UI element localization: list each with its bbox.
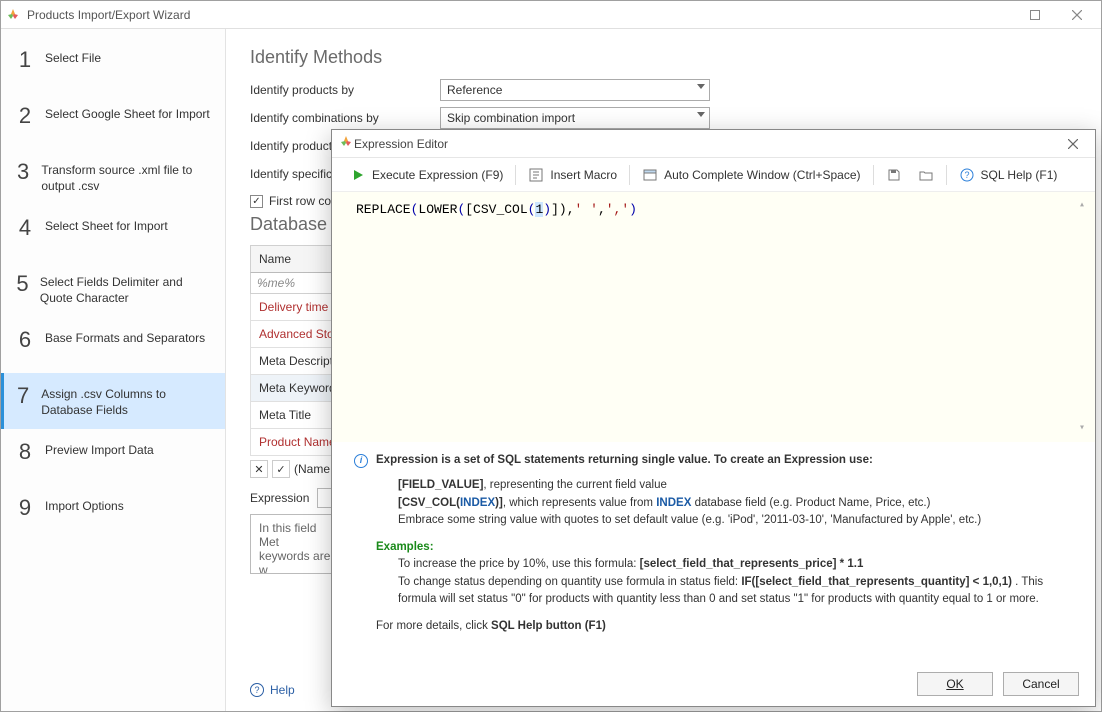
app-icon <box>5 7 21 23</box>
info-icon: i <box>354 454 368 468</box>
modal-titlebar: Expression Editor <box>332 130 1095 158</box>
field-description: In this field Met keywords are w <box>250 514 340 574</box>
name-cut-label: (Name <box>294 462 330 476</box>
table-row[interactable]: Meta Title <box>250 402 340 429</box>
window-title: Products Import/Export Wizard <box>27 8 1015 22</box>
close-button[interactable] <box>1057 3 1097 27</box>
editor-scrollbar[interactable]: ▴▾ <box>1079 198 1093 436</box>
open-script-button[interactable] <box>912 164 940 186</box>
table-row[interactable]: Product Name <box>250 429 340 456</box>
autocomplete-button[interactable]: Auto Complete Window (Ctrl+Space) <box>636 164 866 186</box>
identify-products-select[interactable]: Reference <box>440 79 710 101</box>
ok-button[interactable]: OK <box>917 672 993 696</box>
macro-icon <box>528 167 544 183</box>
save-script-button[interactable] <box>880 164 908 186</box>
identify-products-label: Identify products by <box>250 83 440 97</box>
expression-editor-dialog: Expression Editor Execute Expression (F9… <box>331 129 1096 707</box>
step-4[interactable]: 4Select Sheet for Import <box>1 205 225 261</box>
check-button[interactable]: ✓ <box>272 460 290 478</box>
modal-toolbar: Execute Expression (F9) Insert Macro Aut… <box>332 158 1095 192</box>
identify-combinations-row: Identify combinations by Skip combinatio… <box>250 106 1077 130</box>
help-icon: ? <box>250 683 264 697</box>
titlebar: Products Import/Export Wizard <box>1 1 1101 29</box>
execute-expression-button[interactable]: Execute Expression (F9) <box>344 164 509 186</box>
table-row[interactable]: Meta Keywords <box>250 375 340 402</box>
help-link[interactable]: ? Help <box>250 683 295 697</box>
modal-footer: OK Cancel <box>332 662 1095 706</box>
expression-textarea[interactable]: REPLACE(LOWER([CSV_COL(1)]),' ',',') ▴▾ <box>332 192 1095 442</box>
table-row[interactable]: Delivery time <box>250 294 340 321</box>
cancel-button[interactable]: Cancel <box>1003 672 1079 696</box>
column-header-name[interactable]: Name <box>250 245 340 273</box>
step-9[interactable]: 9Import Options <box>1 485 225 541</box>
filter-input[interactable]: %me% <box>250 273 340 294</box>
identify-combinations-select[interactable]: Skip combination import <box>440 107 710 129</box>
folder-open-icon <box>918 167 934 183</box>
step-7[interactable]: 7Assign .csv Columns to Database Fields <box>1 373 225 429</box>
step-8[interactable]: 8Preview Import Data <box>1 429 225 485</box>
expression-label: Expression <box>250 491 309 505</box>
chevron-down-icon <box>697 112 705 117</box>
insert-macro-button[interactable]: Insert Macro <box>522 164 623 186</box>
svg-text:?: ? <box>964 170 969 180</box>
first-row-label: First row con <box>269 194 338 208</box>
step-6[interactable]: 6Base Formats and Separators <box>1 317 225 373</box>
identify-combinations-label: Identify combinations by <box>250 111 440 125</box>
info-panel: i Expression is a set of SQL statements … <box>332 442 1095 662</box>
help-icon: ? <box>959 167 975 183</box>
sql-help-button[interactable]: ? SQL Help (F1) <box>953 164 1064 186</box>
maximize-button[interactable] <box>1015 3 1055 27</box>
first-row-checkbox[interactable]: ✓ <box>250 195 263 208</box>
step-1[interactable]: 1Select File <box>1 37 225 93</box>
table-row[interactable]: Advanced Stock <box>250 321 340 348</box>
table-row[interactable]: Meta Description <box>250 348 340 375</box>
chevron-down-icon <box>697 84 705 89</box>
identify-methods-title: Identify Methods <box>250 47 1077 68</box>
step-5[interactable]: 5Select Fields Delimiter and Quote Chara… <box>1 261 225 317</box>
remove-button[interactable]: ✕ <box>250 460 268 478</box>
wizard-steps-sidebar: 1Select File 2Select Google Sheet for Im… <box>1 29 226 711</box>
modal-close-button[interactable] <box>1057 132 1089 156</box>
autocomplete-icon <box>642 167 658 183</box>
play-icon <box>350 167 366 183</box>
save-icon <box>886 167 902 183</box>
modal-title: Expression Editor <box>354 137 1057 151</box>
app-icon <box>338 134 354 153</box>
main-window: Products Import/Export Wizard 1Select Fi… <box>0 0 1102 712</box>
identify-products-row: Identify products by Reference <box>250 78 1077 102</box>
step-2[interactable]: 2Select Google Sheet for Import <box>1 93 225 149</box>
step-3[interactable]: 3Transform source .xml file to output .c… <box>1 149 225 205</box>
